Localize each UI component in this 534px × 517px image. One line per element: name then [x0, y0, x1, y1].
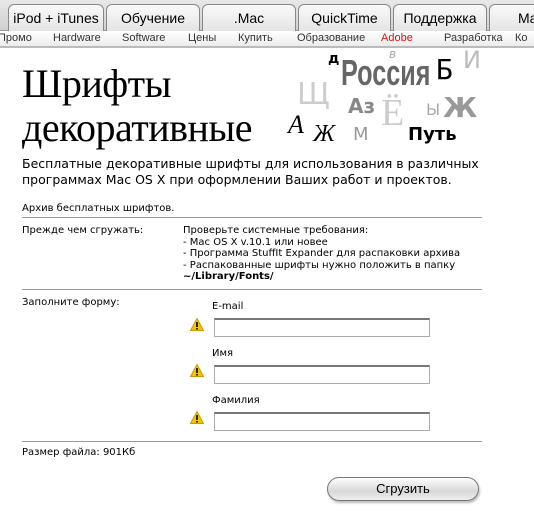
nav-education[interactable]: Образование	[297, 32, 365, 44]
nav-contacts[interactable]: Ко	[515, 32, 528, 44]
nav-buy[interactable]: Купить	[238, 32, 273, 44]
requirement-heading: Проверьте системные требования:	[183, 225, 369, 236]
archive-link[interactable]: Архив бесплатных шрифтов.	[22, 203, 174, 214]
email-input[interactable]	[214, 318, 430, 337]
first-name-label: Имя	[212, 348, 234, 359]
email-label: E-mail	[212, 301, 244, 312]
last-name-label: Фамилия	[212, 395, 260, 406]
nav-adobe[interactable]: Adobe	[381, 32, 413, 44]
tab-mac[interactable]: .Mac	[202, 4, 296, 31]
tab-education[interactable]: Обучение	[106, 4, 200, 31]
fill-form-label: Заполните форму:	[22, 297, 120, 308]
download-button[interactable]: Сгрузить	[327, 477, 479, 501]
divider	[22, 441, 482, 442]
decorative-fonts-logo: д Россия в Б И Щ Аз Ё Ж Ы А Ж М Путь	[288, 46, 481, 147]
page-title: Шрифты декоративные	[22, 61, 253, 150]
warning-icon	[190, 364, 204, 377]
sub-navigation: Промо Hardware Software Цены Купить Обра…	[0, 31, 534, 48]
tab-macos[interactable]: Ma	[489, 4, 534, 31]
file-size: Размер файла: 901Кб	[22, 447, 136, 458]
tab-support[interactable]: Поддержка	[393, 4, 487, 31]
top-tab-bar: iPod + iTunes Обучение .Mac QuickTime По…	[0, 0, 534, 31]
requirement-item: - Распакованные шрифты нужно положить в …	[183, 259, 456, 271]
nav-developer[interactable]: Разработка	[444, 32, 503, 44]
first-name-input[interactable]	[214, 365, 430, 384]
last-name-input[interactable]	[214, 412, 430, 431]
warning-icon	[190, 318, 204, 331]
nav-promo[interactable]: Промо	[0, 32, 32, 44]
page-description: Бесплатные декоративные шрифты для испол…	[22, 156, 479, 187]
nav-hardware[interactable]: Hardware	[53, 32, 101, 44]
warning-icon	[190, 411, 204, 424]
before-download-label: Прежде чем сгружать:	[22, 225, 144, 236]
nav-software[interactable]: Software	[122, 32, 165, 44]
divider	[22, 289, 482, 290]
divider	[22, 217, 482, 218]
nav-prices[interactable]: Цены	[188, 32, 216, 44]
tab-quicktime[interactable]: QuickTime	[298, 4, 391, 31]
fonts-folder-path: ~/Library/Fonts/	[183, 271, 274, 282]
requirement-item: - Программа StuffIt Expander для распако…	[183, 248, 461, 259]
requirement-item: - Mac OS X v.10.1 или новее	[183, 236, 328, 248]
tab-ipod-itunes[interactable]: iPod + iTunes	[8, 4, 104, 31]
requirements-list: Проверьте системные требования: - Mac OS…	[183, 225, 460, 283]
